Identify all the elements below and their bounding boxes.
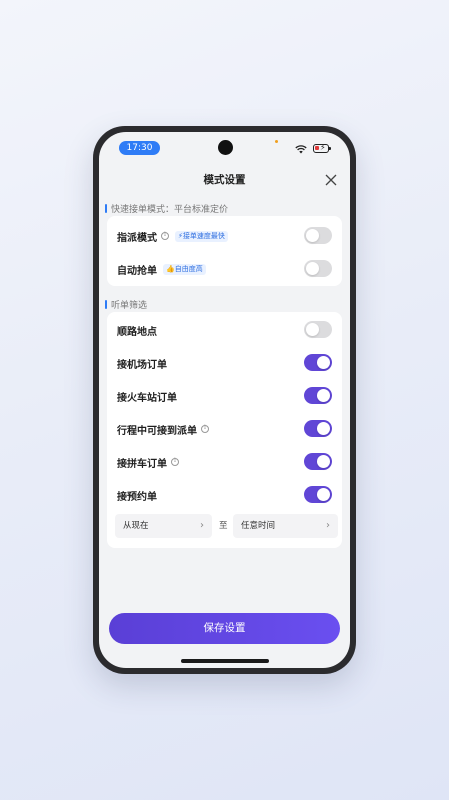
time-to-select[interactable]: 任意时间 ›	[233, 514, 338, 538]
toggle-carpool-orders[interactable]	[304, 453, 332, 470]
row-carpool-orders: 接拼车订单	[117, 452, 332, 472]
toggle-knob	[306, 323, 319, 336]
row-label: 接火车站订单	[117, 392, 177, 404]
row-label: 顺路地点	[117, 326, 157, 338]
row-dispatch-during-trip: 行程中可接到派单	[117, 419, 332, 439]
toggle-knob	[317, 422, 330, 435]
time-to-value: 任意时间	[241, 521, 276, 531]
row-on-the-way: 顺路地点	[117, 320, 332, 340]
toggle-reservation-orders[interactable]	[304, 486, 332, 503]
status-bar: 17:30 ⚡	[99, 132, 350, 160]
toggle-knob	[317, 389, 330, 402]
status-time: 17:30	[119, 141, 160, 155]
time-from-select[interactable]: 从现在 ›	[115, 514, 212, 538]
chevron-right-icon: ›	[326, 520, 330, 531]
freedom-tag: 👍自由度高	[163, 263, 206, 275]
header: 模式设置	[99, 168, 350, 192]
battery-icon: ⚡	[313, 143, 331, 153]
save-button[interactable]: 保存设置	[109, 613, 340, 644]
filter-section-label: 听单筛选	[111, 301, 148, 311]
row-label: 自动抢单	[117, 265, 157, 277]
row-dispatch-mode: 指派模式 ⚡接单速度最快	[117, 226, 332, 246]
toggle-train-station-orders[interactable]	[304, 387, 332, 404]
app-screen: 17:30 ⚡ 模式设置 快速接单模式：平台标准定价 指派模式 i ⚡接单速度最…	[99, 132, 350, 668]
time-from-value: 从现在	[123, 521, 149, 531]
speed-tag-label: 接单速度最快	[182, 231, 225, 240]
dispatch-section-label: 快速接单模式：平台标准定价	[111, 205, 229, 215]
row-label: 行程中可接到派单	[117, 425, 197, 437]
info-icon[interactable]	[201, 424, 209, 433]
filter-card: 顺路地点 接机场订单 接火车站订单 行程中可接到派单 接拼车订单	[107, 312, 342, 548]
toggle-auto-grab[interactable]	[304, 260, 332, 277]
home-indicator[interactable]	[180, 659, 269, 663]
page-title: 模式设置	[203, 174, 246, 186]
toggle-knob	[306, 229, 319, 242]
time-range-separator: 至	[219, 521, 228, 531]
filter-section-title: 听单筛选	[105, 298, 147, 311]
row-label: 接拼车订单	[117, 458, 167, 470]
toggle-knob	[317, 455, 330, 468]
dispatch-card: 指派模式 ⚡接单速度最快 自动抢单 👍自由度高	[107, 216, 342, 286]
row-reservation-orders: 接预约单	[117, 485, 332, 505]
row-train-station-orders: 接火车站订单	[117, 386, 332, 406]
speed-tag: ⚡接单速度最快	[175, 230, 228, 242]
wifi-icon	[295, 145, 307, 154]
row-label: 接机场订单	[117, 359, 167, 371]
front-camera	[217, 140, 233, 155]
toggle-airport-orders[interactable]	[304, 354, 332, 371]
toggle-knob	[317, 356, 330, 369]
info-icon[interactable]	[171, 457, 179, 466]
section-marker	[105, 204, 107, 213]
dispatch-section-title: 快速接单模式：平台标准定价	[105, 202, 228, 215]
phone-frame: 17:30 ⚡ 模式设置 快速接单模式：平台标准定价 指派模式 i ⚡接单速度最…	[93, 126, 356, 674]
chevron-right-icon: ›	[200, 520, 204, 531]
privacy-indicator-icon	[275, 140, 278, 143]
toggle-knob	[306, 262, 319, 275]
row-auto-grab: 自动抢单 👍自由度高	[117, 259, 332, 279]
time-range-row: 从现在 › 至 任意时间 ›	[115, 514, 338, 538]
toggle-on-the-way[interactable]	[304, 321, 332, 338]
toggle-dispatch-during-trip[interactable]	[304, 420, 332, 437]
freedom-tag-label: 自由度高	[174, 264, 203, 273]
close-icon[interactable]	[324, 173, 338, 187]
toggle-dispatch-mode[interactable]	[304, 227, 332, 244]
row-airport-orders: 接机场订单	[117, 353, 332, 373]
section-marker	[105, 300, 107, 309]
info-icon[interactable]	[161, 231, 169, 240]
toggle-knob	[317, 488, 330, 501]
row-label: 指派模式	[117, 232, 157, 244]
row-label: 接预约单	[117, 491, 157, 503]
